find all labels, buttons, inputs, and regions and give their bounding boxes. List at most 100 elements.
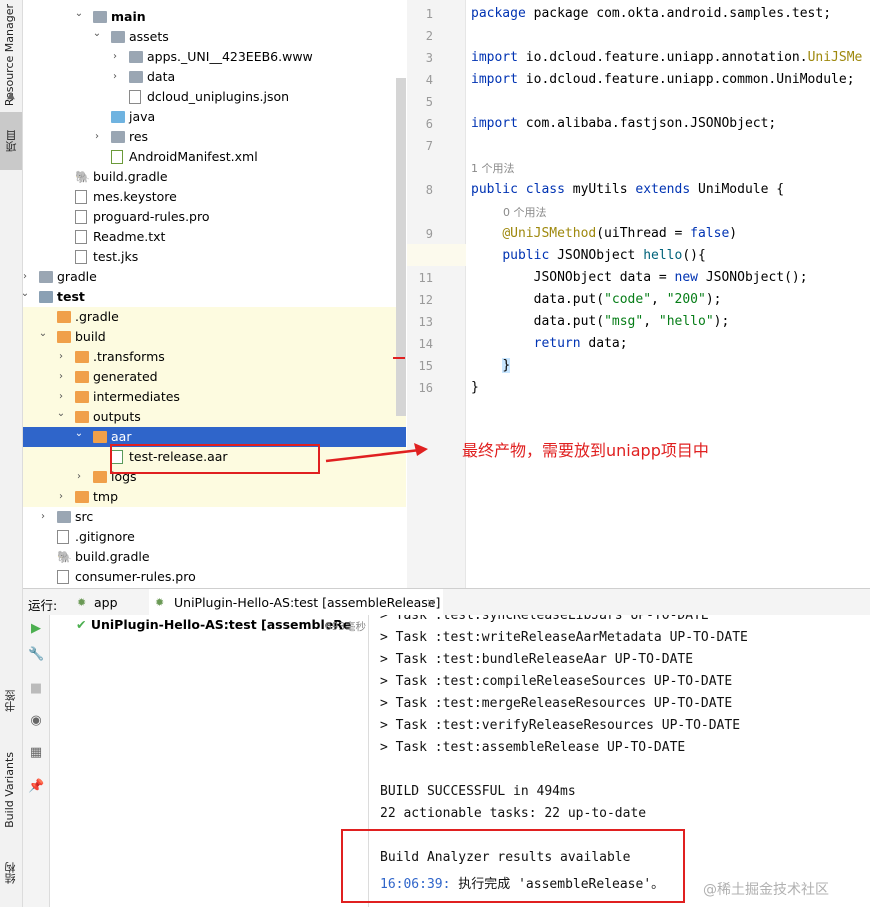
layout-icon[interactable]: ▦ xyxy=(28,745,44,761)
tree-item[interactable]: 🐘 build.gradle xyxy=(23,167,406,187)
manifest-file-icon xyxy=(111,150,123,164)
console-line: > Task :test:mergeReleaseResources UP-TO… xyxy=(380,696,733,711)
eye-icon[interactable]: ◉ xyxy=(28,713,44,729)
build-time: 693毫秒 xyxy=(325,621,367,633)
tree-item[interactable]: Readme.txt xyxy=(23,227,406,247)
tree-item-label: intermediates xyxy=(93,389,180,404)
tree-item[interactable]: ⌄ assets xyxy=(23,27,406,47)
tree-item[interactable]: › src xyxy=(23,507,406,527)
tree-item-label: outputs xyxy=(93,409,141,424)
build-variants-tab[interactable]: Build Variants xyxy=(3,752,16,828)
line-number: 7 xyxy=(425,139,433,153)
console-line: > Task :test:verifyReleaseResources UP-T… xyxy=(380,718,741,733)
tree-item[interactable]: › .transforms xyxy=(23,347,406,367)
folder-icon xyxy=(93,431,107,443)
line-number: 16 xyxy=(418,381,433,395)
tree-item[interactable]: java xyxy=(23,107,406,127)
tree-item-label: .gradle xyxy=(75,309,119,324)
tree-item[interactable]: › apps._UNI__423EEB6.www xyxy=(23,47,406,67)
tree-item-label: build.gradle xyxy=(93,169,168,184)
code-line-8: public class myUtils extends UniModule { xyxy=(471,182,785,197)
tree-item[interactable]: › gradle xyxy=(23,267,406,287)
pin-icon[interactable]: 📌 xyxy=(28,779,44,795)
wrench-icon[interactable]: 🔧 xyxy=(28,647,44,663)
build-tab-icon: ✹ xyxy=(155,596,165,609)
folder-icon xyxy=(57,311,71,323)
tab-build[interactable]: UniPlugin-Hello-AS:test [assembleRelease… xyxy=(174,595,440,610)
source-folder-icon xyxy=(111,111,125,123)
resource-manager-icon: ▲ xyxy=(7,90,15,101)
project-tab[interactable]: 项目 xyxy=(0,112,22,170)
tree-item[interactable]: 🐘 build.gradle xyxy=(23,547,406,567)
android-icon: ✹ xyxy=(77,596,87,609)
build-item-label: UniPlugin-Hello-AS:test [assembleRe xyxy=(90,617,352,632)
stop-icon[interactable]: ■ xyxy=(28,681,44,697)
tree-item[interactable]: .gradle xyxy=(23,307,406,327)
tree-item[interactable]: ⌄ main xyxy=(23,7,406,27)
tree-item[interactable]: › res xyxy=(23,127,406,147)
tree-item-label: build.gradle xyxy=(75,549,150,564)
close-tab-icon[interactable]: × xyxy=(426,595,436,610)
tree-scrollbar[interactable] xyxy=(396,78,406,416)
chevron-right-icon[interactable]: › xyxy=(55,487,67,507)
build-tree-item[interactable]: ✔ UniPlugin-Hello-AS:test [assembleRe xyxy=(76,617,351,632)
tab-app[interactable]: app xyxy=(94,595,118,610)
folder-icon xyxy=(75,351,89,363)
run-toolbar: ▶ 🔧 ■ ◉ ▦ 📌 xyxy=(23,615,50,907)
chevron-right-icon[interactable]: › xyxy=(109,47,121,67)
tree-item-label: .transforms xyxy=(93,349,165,364)
chevron-down-icon[interactable]: ⌄ xyxy=(23,284,31,304)
run-icon[interactable]: ▶ xyxy=(28,621,44,637)
tree-item[interactable]: › intermediates xyxy=(23,387,406,407)
usage-hint-class[interactable]: 1 个用法 xyxy=(471,160,515,176)
line-number: 11 xyxy=(418,271,433,285)
tree-item[interactable]: mes.keystore xyxy=(23,187,406,207)
code-editor[interactable]: package package com.okta.android.samples… xyxy=(466,0,870,588)
chevron-right-icon[interactable]: › xyxy=(55,347,67,367)
chevron-down-icon[interactable]: ⌄ xyxy=(55,404,67,424)
folder-icon xyxy=(39,271,53,283)
chevron-down-icon[interactable]: ⌄ xyxy=(91,24,103,44)
chevron-down-icon[interactable]: ⌄ xyxy=(37,324,49,344)
tree-item-label: build xyxy=(75,329,106,344)
chevron-down-icon[interactable]: ⌄ xyxy=(73,4,85,24)
line-number: 2 xyxy=(425,29,433,43)
tree-item[interactable]: › data xyxy=(23,67,406,87)
tree-item[interactable]: .gitignore xyxy=(23,527,406,547)
usage-hint-method[interactable]: 0 个用法 xyxy=(503,204,547,220)
tree-item[interactable]: ⌄ test xyxy=(23,287,406,307)
annotation-arrow xyxy=(325,443,428,463)
chevron-right-icon[interactable]: › xyxy=(73,467,85,487)
code-line-12: data.put("code", "200"); xyxy=(533,292,722,307)
file-icon xyxy=(75,250,87,264)
tree-item[interactable]: › generated xyxy=(23,367,406,387)
tree-item[interactable]: dcloud_uniplugins.json xyxy=(23,87,406,107)
annotation-box xyxy=(110,444,320,474)
line-number: 13 xyxy=(418,315,433,329)
tree-item[interactable]: proguard-rules.pro xyxy=(23,207,406,227)
bookmarks-tab[interactable]: 书签 xyxy=(3,690,19,712)
console-line: > Task :test:bundleReleaseAar UP-TO-DATE xyxy=(380,652,694,667)
tree-item-label: AndroidManifest.xml xyxy=(129,149,258,164)
structure-tab[interactable]: 结构 xyxy=(3,862,19,884)
chevron-right-icon[interactable]: › xyxy=(37,507,49,527)
file-icon xyxy=(75,190,87,204)
tree-item[interactable]: AndroidManifest.xml xyxy=(23,147,406,167)
code-line-10: public JSONObject hello(){ xyxy=(502,248,706,263)
success-check-icon: ✔ xyxy=(76,617,87,632)
tree-item[interactable]: consumer-rules.pro xyxy=(23,567,406,587)
chevron-right-icon[interactable]: › xyxy=(109,67,121,87)
run-label: 运行: xyxy=(28,598,58,613)
folder-icon xyxy=(57,511,71,523)
tree-item-label: Readme.txt xyxy=(93,229,166,244)
tree-item[interactable]: ⌄ build xyxy=(23,327,406,347)
line-number: 9 xyxy=(425,227,433,241)
chevron-down-icon[interactable]: ⌄ xyxy=(73,424,85,444)
tree-item[interactable]: › tmp xyxy=(23,487,406,507)
console-line: 22 actionable tasks: 22 up-to-date xyxy=(380,806,647,821)
chevron-right-icon[interactable]: › xyxy=(55,367,67,387)
chevron-right-icon[interactable]: › xyxy=(91,127,103,147)
tree-item[interactable]: test.jks xyxy=(23,247,406,267)
tree-item-label: .gitignore xyxy=(75,529,135,544)
editor-gutter: 12345678910111213141516 xyxy=(407,0,466,588)
